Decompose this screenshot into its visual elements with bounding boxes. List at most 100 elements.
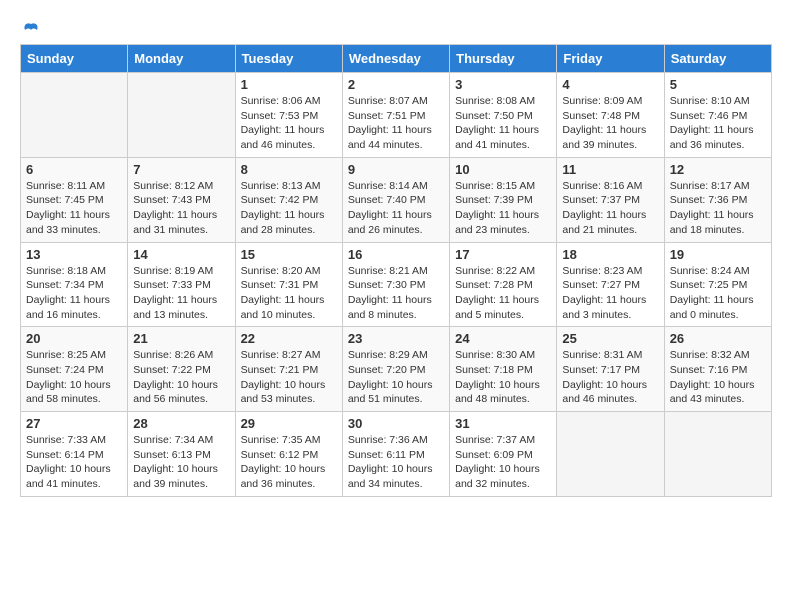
calendar-week-2: 6 Sunrise: 8:11 AMSunset: 7:45 PMDaylight…	[21, 157, 772, 242]
logo	[20, 20, 41, 36]
day-info: Sunrise: 8:06 AMSunset: 7:53 PMDaylight:…	[241, 94, 337, 153]
calendar-header-wednesday: Wednesday	[342, 45, 449, 73]
table-row: 30 Sunrise: 7:36 AMSunset: 6:11 PMDayligh…	[342, 412, 449, 497]
table-row	[664, 412, 771, 497]
table-row: 21 Sunrise: 8:26 AMSunset: 7:22 PMDayligh…	[128, 327, 235, 412]
day-info: Sunrise: 8:24 AMSunset: 7:25 PMDaylight:…	[670, 264, 766, 323]
day-info: Sunrise: 8:11 AMSunset: 7:45 PMDaylight:…	[26, 179, 122, 238]
table-row: 27 Sunrise: 7:33 AMSunset: 6:14 PMDayligh…	[21, 412, 128, 497]
calendar-week-4: 20 Sunrise: 8:25 AMSunset: 7:24 PMDayligh…	[21, 327, 772, 412]
day-info: Sunrise: 8:27 AMSunset: 7:21 PMDaylight:…	[241, 348, 337, 407]
table-row	[557, 412, 664, 497]
day-number: 22	[241, 331, 337, 346]
table-row	[21, 73, 128, 158]
day-number: 13	[26, 247, 122, 262]
day-number: 27	[26, 416, 122, 431]
calendar-header-sunday: Sunday	[21, 45, 128, 73]
day-info: Sunrise: 8:23 AMSunset: 7:27 PMDaylight:…	[562, 264, 658, 323]
table-row: 1 Sunrise: 8:06 AMSunset: 7:53 PMDaylight…	[235, 73, 342, 158]
day-info: Sunrise: 8:08 AMSunset: 7:50 PMDaylight:…	[455, 94, 551, 153]
day-number: 11	[562, 162, 658, 177]
table-row: 19 Sunrise: 8:24 AMSunset: 7:25 PMDayligh…	[664, 242, 771, 327]
table-row: 17 Sunrise: 8:22 AMSunset: 7:28 PMDayligh…	[450, 242, 557, 327]
table-row: 5 Sunrise: 8:10 AMSunset: 7:46 PMDaylight…	[664, 73, 771, 158]
table-row: 8 Sunrise: 8:13 AMSunset: 7:42 PMDaylight…	[235, 157, 342, 242]
calendar-header-tuesday: Tuesday	[235, 45, 342, 73]
calendar-week-3: 13 Sunrise: 8:18 AMSunset: 7:34 PMDayligh…	[21, 242, 772, 327]
day-info: Sunrise: 8:16 AMSunset: 7:37 PMDaylight:…	[562, 179, 658, 238]
page-header	[20, 20, 772, 36]
table-row: 24Sunrise: 8:30 AMSunset: 7:18 PMDayligh…	[450, 327, 557, 412]
day-info: Sunrise: 7:34 AMSunset: 6:13 PMDaylight:…	[133, 433, 229, 492]
table-row: 20 Sunrise: 8:25 AMSunset: 7:24 PMDayligh…	[21, 327, 128, 412]
day-number: 5	[670, 77, 766, 92]
table-row: 18 Sunrise: 8:23 AMSunset: 7:27 PMDayligh…	[557, 242, 664, 327]
day-number: 8	[241, 162, 337, 177]
table-row: 4 Sunrise: 8:09 AMSunset: 7:48 PMDaylight…	[557, 73, 664, 158]
calendar-header-monday: Monday	[128, 45, 235, 73]
table-row: 15 Sunrise: 8:20 AMSunset: 7:31 PMDayligh…	[235, 242, 342, 327]
table-row: 22 Sunrise: 8:27 AMSunset: 7:21 PMDayligh…	[235, 327, 342, 412]
day-info: Sunrise: 8:32 AMSunset: 7:16 PMDaylight:…	[670, 348, 766, 407]
table-row: 16Sunrise: 8:21 AMSunset: 7:30 PMDayligh…	[342, 242, 449, 327]
day-info: Sunrise: 7:33 AMSunset: 6:14 PMDaylight:…	[26, 433, 122, 492]
table-row: 26Sunrise: 8:32 AMSunset: 7:16 PMDayligh…	[664, 327, 771, 412]
day-info: Sunrise: 7:37 AMSunset: 6:09 PMDaylight:…	[455, 433, 551, 492]
logo-bird-icon	[21, 20, 41, 40]
day-info: Sunrise: 8:31 AMSunset: 7:17 PMDaylight:…	[562, 348, 658, 407]
table-row: 10 Sunrise: 8:15 AMSunset: 7:39 PMDayligh…	[450, 157, 557, 242]
day-info: Sunrise: 8:25 AMSunset: 7:24 PMDaylight:…	[26, 348, 122, 407]
calendar-header-row: SundayMondayTuesdayWednesdayThursdayFrid…	[21, 45, 772, 73]
table-row: 3 Sunrise: 8:08 AMSunset: 7:50 PMDaylight…	[450, 73, 557, 158]
table-row: 6 Sunrise: 8:11 AMSunset: 7:45 PMDaylight…	[21, 157, 128, 242]
day-info: Sunrise: 7:35 AMSunset: 6:12 PMDaylight:…	[241, 433, 337, 492]
day-info: Sunrise: 8:21 AMSunset: 7:30 PMDaylight:…	[348, 264, 444, 323]
day-number: 6	[26, 162, 122, 177]
table-row: 31 Sunrise: 7:37 AMSunset: 6:09 PMDayligh…	[450, 412, 557, 497]
table-row: 28 Sunrise: 7:34 AMSunset: 6:13 PMDayligh…	[128, 412, 235, 497]
day-info: Sunrise: 8:19 AMSunset: 7:33 PMDaylight:…	[133, 264, 229, 323]
day-number: 3	[455, 77, 551, 92]
day-info: Sunrise: 7:36 AMSunset: 6:11 PMDaylight:…	[348, 433, 444, 492]
day-info: Sunrise: 8:09 AMSunset: 7:48 PMDaylight:…	[562, 94, 658, 153]
day-number: 29	[241, 416, 337, 431]
day-number: 20	[26, 331, 122, 346]
day-number: 14	[133, 247, 229, 262]
day-info: Sunrise: 8:12 AMSunset: 7:43 PMDaylight:…	[133, 179, 229, 238]
day-info: Sunrise: 8:15 AMSunset: 7:39 PMDaylight:…	[455, 179, 551, 238]
day-info: Sunrise: 8:13 AMSunset: 7:42 PMDaylight:…	[241, 179, 337, 238]
table-row: 14 Sunrise: 8:19 AMSunset: 7:33 PMDayligh…	[128, 242, 235, 327]
table-row	[128, 73, 235, 158]
day-number: 30	[348, 416, 444, 431]
day-number: 17	[455, 247, 551, 262]
day-number: 9	[348, 162, 444, 177]
day-number: 25	[562, 331, 658, 346]
day-number: 12	[670, 162, 766, 177]
day-number: 24	[455, 331, 551, 346]
day-info: Sunrise: 8:18 AMSunset: 7:34 PMDaylight:…	[26, 264, 122, 323]
day-number: 31	[455, 416, 551, 431]
day-info: Sunrise: 8:10 AMSunset: 7:46 PMDaylight:…	[670, 94, 766, 153]
calendar-week-5: 27 Sunrise: 7:33 AMSunset: 6:14 PMDayligh…	[21, 412, 772, 497]
day-number: 4	[562, 77, 658, 92]
calendar-header-friday: Friday	[557, 45, 664, 73]
table-row: 13 Sunrise: 8:18 AMSunset: 7:34 PMDayligh…	[21, 242, 128, 327]
day-number: 15	[241, 247, 337, 262]
day-number: 21	[133, 331, 229, 346]
day-info: Sunrise: 8:22 AMSunset: 7:28 PMDaylight:…	[455, 264, 551, 323]
table-row: 11 Sunrise: 8:16 AMSunset: 7:37 PMDayligh…	[557, 157, 664, 242]
calendar-table: SundayMondayTuesdayWednesdayThursdayFrid…	[20, 44, 772, 497]
table-row: 12 Sunrise: 8:17 AMSunset: 7:36 PMDayligh…	[664, 157, 771, 242]
day-number: 1	[241, 77, 337, 92]
calendar-header-saturday: Saturday	[664, 45, 771, 73]
table-row: 9Sunrise: 8:14 AMSunset: 7:40 PMDaylight…	[342, 157, 449, 242]
day-number: 10	[455, 162, 551, 177]
day-number: 18	[562, 247, 658, 262]
day-number: 19	[670, 247, 766, 262]
day-info: Sunrise: 8:17 AMSunset: 7:36 PMDaylight:…	[670, 179, 766, 238]
day-number: 28	[133, 416, 229, 431]
day-info: Sunrise: 8:26 AMSunset: 7:22 PMDaylight:…	[133, 348, 229, 407]
day-info: Sunrise: 8:20 AMSunset: 7:31 PMDaylight:…	[241, 264, 337, 323]
day-number: 23	[348, 331, 444, 346]
calendar-header-thursday: Thursday	[450, 45, 557, 73]
